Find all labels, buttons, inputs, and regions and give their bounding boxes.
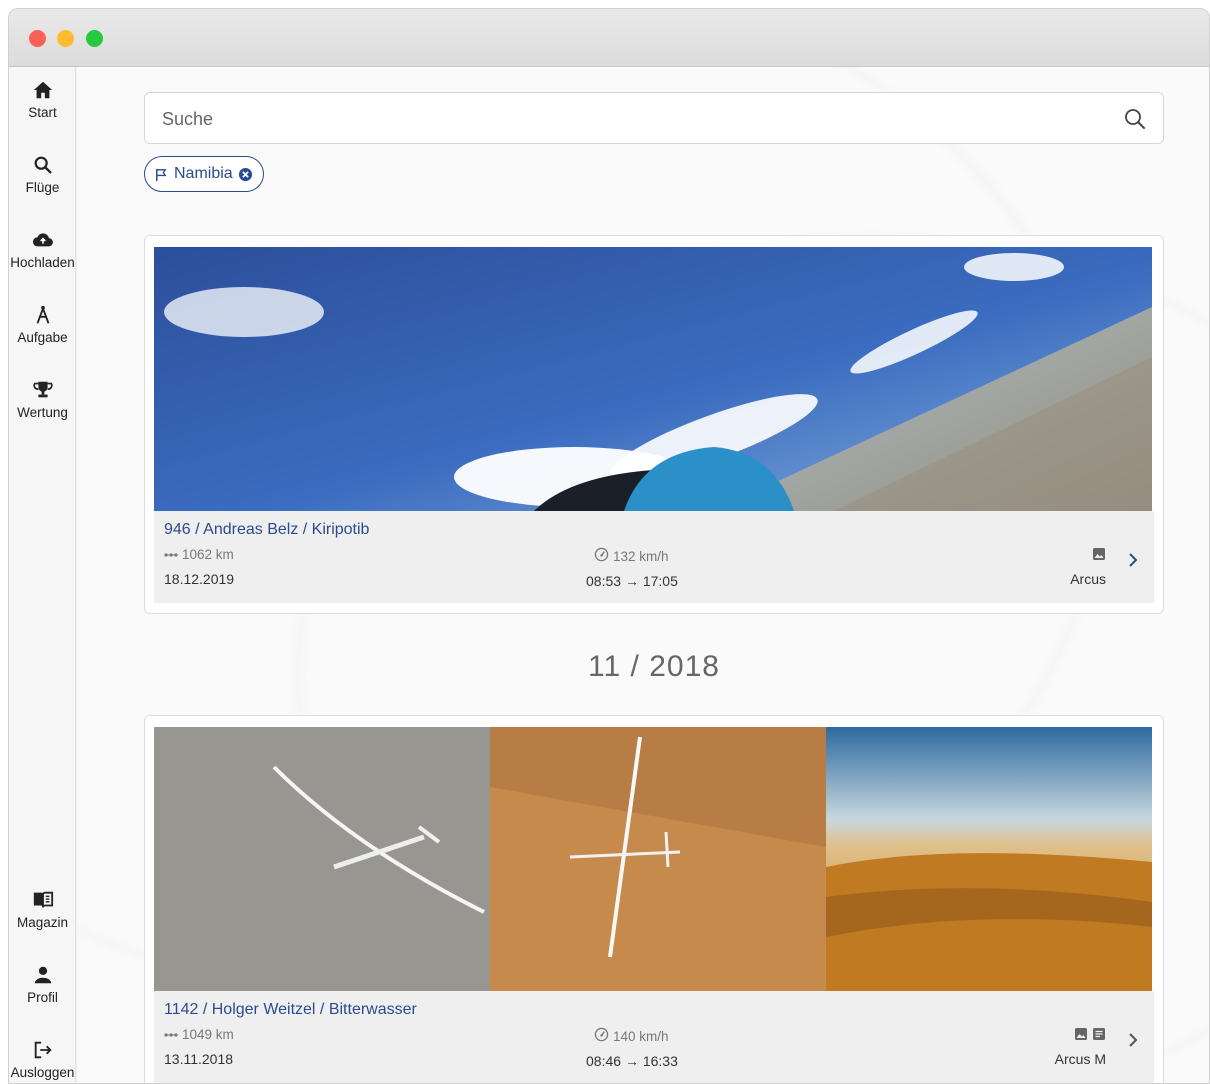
plane-type: Arcus [1070, 571, 1106, 587]
media-indicators [1092, 547, 1106, 566]
flight-date: 13.11.2018 [164, 1051, 234, 1067]
filter-chip-label: Namibia [174, 165, 233, 182]
distance-value: 1062 km [182, 547, 234, 562]
flight-photo [154, 247, 1154, 511]
title-bar [9, 9, 1209, 67]
flight-info: 1142 / Holger Weitzel / Bitterwasser 104… [154, 991, 1154, 1083]
filter-chip-namibia[interactable]: Namibia [144, 156, 264, 192]
gallery-image [490, 727, 826, 991]
flight-title-link[interactable]: 1142 / Holger Weitzel / Bitterwasser [164, 1001, 417, 1019]
home-icon [9, 79, 76, 105]
speed: 140 km/h [594, 1027, 669, 1045]
remove-filter-icon[interactable] [238, 167, 253, 182]
flight-title-link[interactable]: 946 / Andreas Belz / Kiripotib [164, 521, 369, 539]
time-start: 08:53 [586, 573, 622, 589]
sidebar-item-label: Magazin [16, 915, 69, 930]
distance-icon [164, 547, 178, 562]
distance: 1049 km [164, 1027, 234, 1042]
sidebar-item-magazin[interactable]: Magazin [9, 889, 76, 930]
sidebar-item-label: Aufgabe [17, 330, 68, 345]
sidebar-item-start[interactable]: Start [9, 79, 76, 120]
gallery-image [826, 727, 1152, 991]
time-end: 16:33 [642, 1053, 678, 1069]
trophy-icon [9, 379, 76, 405]
search-input[interactable] [162, 106, 1082, 132]
maximize-window-button[interactable] [86, 30, 103, 47]
distance: 1062 km [164, 547, 234, 562]
sidebar-item-label: Ausloggen [10, 1065, 75, 1080]
compass-icon [9, 304, 76, 330]
sidebar-item-aufgabe[interactable]: Aufgabe [9, 304, 76, 345]
chevron-right-icon[interactable] [1128, 551, 1138, 572]
distance-icon [164, 1027, 178, 1042]
sidebar-item-hochladen[interactable]: Hochladen [9, 229, 76, 270]
sidebar: Start Flüge Hochladen Aufgabe Wertung Ma… [9, 67, 76, 1083]
arrow-right-icon: → [624, 1053, 639, 1069]
speed: 132 km/h [594, 547, 669, 565]
flight-times: 08:46 → 16:33 [586, 1053, 678, 1069]
user-icon [9, 964, 76, 990]
gallery-image [154, 727, 490, 991]
flight-info: 946 / Andreas Belz / Kiripotib 1062 km 1… [154, 511, 1154, 603]
time-end: 17:05 [642, 573, 678, 589]
speedometer-icon [594, 547, 609, 565]
sidebar-item-label: Start [28, 105, 57, 120]
speed-value: 132 km/h [613, 548, 669, 564]
month-header: 11 / 2018 [588, 650, 720, 683]
flight-date: 18.12.2019 [164, 571, 235, 587]
flight-photo-gallery [154, 727, 1154, 991]
sidebar-item-ausloggen[interactable]: Ausloggen [9, 1039, 76, 1080]
flight-card[interactable]: 946 / Andreas Belz / Kiripotib 1062 km 1… [144, 235, 1164, 614]
plane-type: Arcus M [1054, 1051, 1106, 1067]
distance-value: 1049 km [182, 1027, 234, 1042]
flight-times: 08:53 → 17:05 [586, 573, 678, 589]
sidebar-item-label: Profil [27, 990, 58, 1005]
flight-card[interactable]: 1142 / Holger Weitzel / Bitterwasser 104… [144, 715, 1164, 1083]
sidebar-item-label: Wertung [17, 405, 68, 420]
cloud-upload-icon [9, 229, 76, 255]
close-window-button[interactable] [29, 30, 46, 47]
sidebar-item-wertung[interactable]: Wertung [9, 379, 76, 420]
sidebar-item-label: Hochladen [10, 255, 75, 270]
image-icon [1092, 547, 1106, 566]
app-window: Start Flüge Hochladen Aufgabe Wertung Ma… [8, 8, 1210, 1084]
flag-icon [154, 167, 169, 182]
image-icon [1074, 1027, 1088, 1046]
search-bar [144, 92, 1164, 144]
speed-value: 140 km/h [613, 1028, 669, 1044]
main-content: Namibia [77, 67, 1209, 1083]
chevron-right-icon[interactable] [1128, 1031, 1138, 1052]
logout-icon [9, 1039, 76, 1065]
time-start: 08:46 [586, 1053, 622, 1069]
sidebar-item-fluege[interactable]: Flüge [9, 154, 76, 195]
speedometer-icon [594, 1027, 609, 1045]
book-icon [9, 889, 76, 915]
arrow-right-icon: → [624, 573, 639, 589]
sidebar-item-label: Flüge [25, 180, 60, 195]
document-icon [1092, 1027, 1106, 1046]
search-icon [9, 154, 76, 180]
media-indicators [1074, 1027, 1106, 1046]
search-icon[interactable] [1123, 107, 1147, 131]
minimize-window-button[interactable] [57, 30, 74, 47]
sidebar-item-profil[interactable]: Profil [9, 964, 76, 1005]
